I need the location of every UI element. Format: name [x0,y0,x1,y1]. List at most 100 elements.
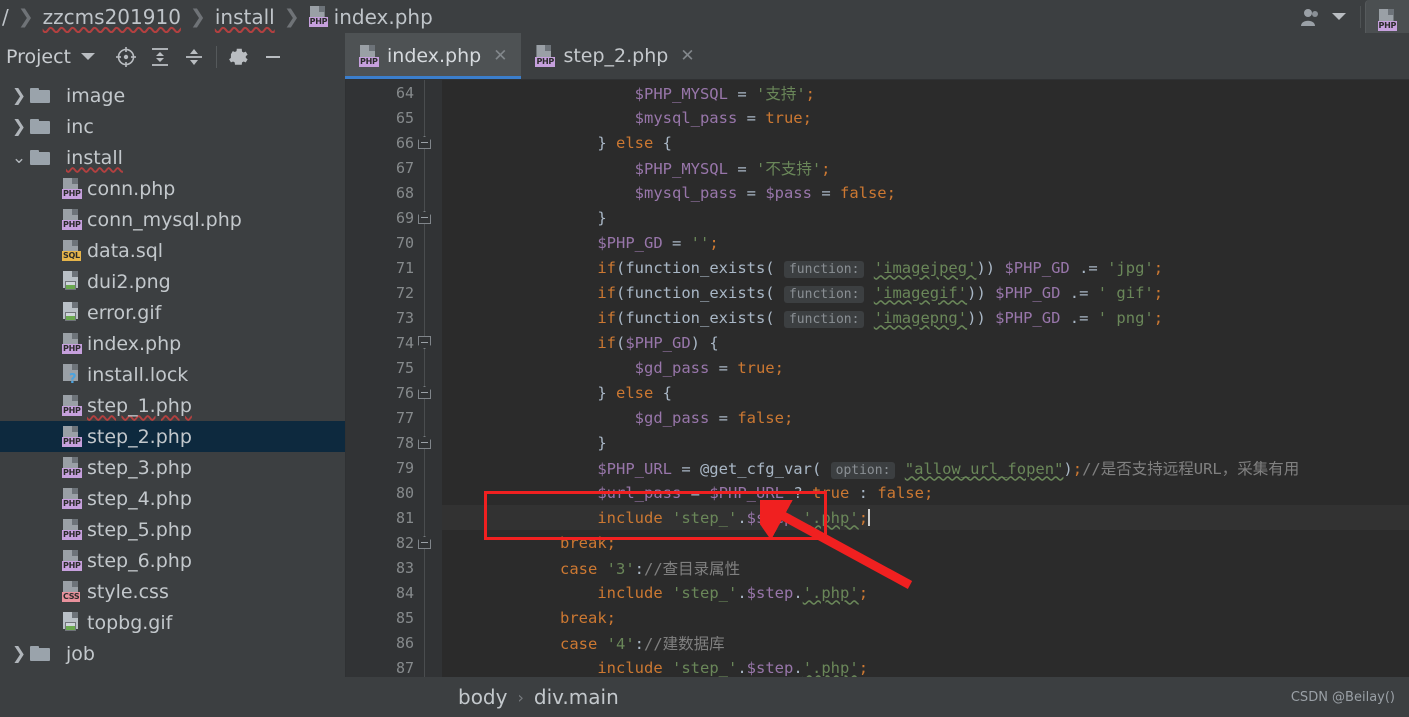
tree-item-install[interactable]: ⌄ install [0,142,345,173]
code-line-text: $mysql_pass = $pass = false; [634,183,896,202]
breadcrumb-item[interactable]: zzcms201910 [43,5,181,29]
code-line-86[interactable]: case '4'://建数据库 [442,630,1409,655]
code-line-85[interactable]: break; [442,605,1409,630]
close-icon[interactable]: ✕ [680,46,694,66]
tree-item-label: install.lock [87,363,189,386]
breadcrumb-item[interactable]: index.php [334,5,433,29]
chevron-down-icon[interactable]: ⌄ [8,148,30,168]
code-line-76[interactable]: } else { [442,380,1409,405]
php-file-icon: PHP [62,426,82,447]
editor-tab-bar: PHP index.php ✕ PHP step_2.php ✕ [345,33,1409,80]
code-line-66[interactable]: } else { [442,130,1409,155]
breadcrumb-separator: ❯ [283,5,300,28]
code-line-72[interactable]: if(function_exists( function: 'imagegif'… [442,280,1409,305]
code-line-83[interactable]: case '3'://查目录属性 [442,555,1409,580]
code-line-74[interactable]: if($PHP_GD) { [442,330,1409,355]
chevron-right-icon[interactable]: ❯ [8,117,30,137]
code-line-75[interactable]: $gd_pass = true; [442,355,1409,380]
code-line-84[interactable]: include 'step_'.$step.'.php'; [442,580,1409,605]
tree-item-index-php[interactable]: PHP index.php [0,328,345,359]
code-line-77[interactable]: $gd_pass = false; [442,405,1409,430]
tree-item-step_1-php[interactable]: PHP step_1.php [0,390,345,421]
tree-item-dui2-png[interactable]: dui2.png [0,266,345,297]
editor-tab-step_2-php[interactable]: PHP step_2.php ✕ [521,33,708,79]
project-tree[interactable]: ❯ image ❯ inc ⌄ install PHP conn.php PHP conn_mys… [0,80,345,717]
unknown-file-icon: ? [62,364,80,387]
chevron-right-icon[interactable]: ❯ [8,644,30,664]
code-line-65[interactable]: $mysql_pass = true; [442,105,1409,130]
css-file-icon: CSS [62,581,81,602]
line-number: 86 [395,634,414,652]
code-line-78[interactable]: } [442,430,1409,455]
code-line-82[interactable]: break; [442,530,1409,555]
code-line-text: $gd_pass = false; [634,408,794,427]
element-breadcrumb: body › div.main [458,685,619,709]
tree-item-inc[interactable]: ❯ inc [0,111,345,142]
tab-label: index.php [387,45,482,67]
status-breadcrumb-item[interactable]: body [458,685,507,709]
status-breadcrumb-item[interactable]: div.main [534,685,619,709]
code-line-67[interactable]: $PHP_MYSQL = '不支持'; [442,155,1409,180]
tree-item-conn_mysql-php[interactable]: PHP conn_mysql.php [0,204,345,235]
line-number: 77 [395,409,414,427]
tree-item-conn-php[interactable]: PHP conn.php [0,173,345,204]
tree-item-label: style.css [87,580,169,603]
php-file-icon: PHP [62,457,82,478]
locate-file-button[interactable] [109,40,143,74]
editor-tab-index-php[interactable]: PHP index.php ✕ [345,33,522,79]
tree-item-image[interactable]: ❯ image [0,80,345,111]
line-number: 84 [395,584,414,602]
breadcrumb: / ❯ zzcms201910 ❯ install ❯ PHP index.php [2,5,433,29]
collapse-all-button[interactable] [177,40,211,74]
tree-item-step_4-php[interactable]: PHP step_4.php [0,483,345,514]
tree-item-style-css[interactable]: CSS style.css [0,576,345,607]
ide-window: / ❯ zzcms201910 ❯ install ❯ PHP index.php PHP P… [0,0,1409,717]
code-line-text: case '4'://建数据库 [560,634,725,653]
code-line-81[interactable]: include 'step_'.$step.'.php'; [442,505,1409,530]
chevron-right-icon[interactable]: ❯ [8,86,30,106]
close-icon[interactable]: ✕ [493,46,507,66]
code-line-71[interactable]: if(function_exists( function: 'imagejpeg… [442,255,1409,280]
line-number: 80 [395,484,414,502]
code-line-text: include 'step_'.$step.'.php'; [597,583,869,602]
tree-item-topbg-gif[interactable]: topbg.gif [0,607,345,638]
corner-php-tab[interactable]: PHP [1365,0,1409,33]
code-line-text: } else { [560,383,672,402]
tree-item-data-sql[interactable]: SQL data.sql [0,235,345,266]
tree-item-step_5-php[interactable]: PHP step_5.php [0,514,345,545]
hide-panel-button[interactable] [256,40,290,74]
tree-item-install-lock[interactable]: ? install.lock [0,359,345,390]
status-bar: body › div.main [346,677,1409,717]
code-line-64[interactable]: $PHP_MYSQL = '支持'; [442,80,1409,105]
code-line-68[interactable]: $mysql_pass = $pass = false; [442,180,1409,205]
tree-item-label: conn_mysql.php [87,208,242,231]
code-line-87[interactable]: include 'step_'.$step.'.php'; [442,655,1409,677]
tree-item-step_2-php[interactable]: PHP step_2.php [0,421,345,452]
project-panel-title[interactable]: Project [6,46,71,68]
breadcrumb-item[interactable]: / [2,5,9,29]
code-lines[interactable]: $PHP_MYSQL = '支持'; $mysql_pass = true; }… [442,80,1409,677]
code-line-73[interactable]: if(function_exists( function: 'imagepng'… [442,305,1409,330]
tree-item-job[interactable]: ❯ job [0,638,345,669]
line-number: 75 [395,359,414,377]
user-account-button[interactable] [1290,7,1356,27]
breadcrumb-item[interactable]: install [215,5,275,29]
code-line-70[interactable]: $PHP_GD = ''; [442,230,1409,255]
tree-item-step_6-php[interactable]: PHP step_6.php [0,545,345,576]
code-line-69[interactable]: } [442,205,1409,230]
expand-all-button[interactable] [143,40,177,74]
toolbar-divider [216,45,218,68]
code-editor[interactable]: $PHP_MYSQL = '支持'; $mysql_pass = true; }… [346,80,1409,677]
php-file-icon: PHP [62,550,82,571]
line-number: 67 [395,159,414,177]
tree-item-label: step_5.php [87,518,192,541]
code-line-text: case '3'://查目录属性 [560,559,741,578]
settings-button[interactable] [222,40,256,74]
code-line-79[interactable]: $PHP_URL = @get_cfg_var( option: "allow_… [442,455,1409,480]
chevron-down-icon[interactable] [81,53,96,60]
tree-item-error-gif[interactable]: error.gif [0,297,345,328]
fold-rail [424,80,425,677]
tree-item-step_3-php[interactable]: PHP step_3.php [0,452,345,483]
code-line-80[interactable]: $url_pass = $PHP_URL ? true : false; [442,480,1409,505]
line-number: 74 [395,334,414,352]
